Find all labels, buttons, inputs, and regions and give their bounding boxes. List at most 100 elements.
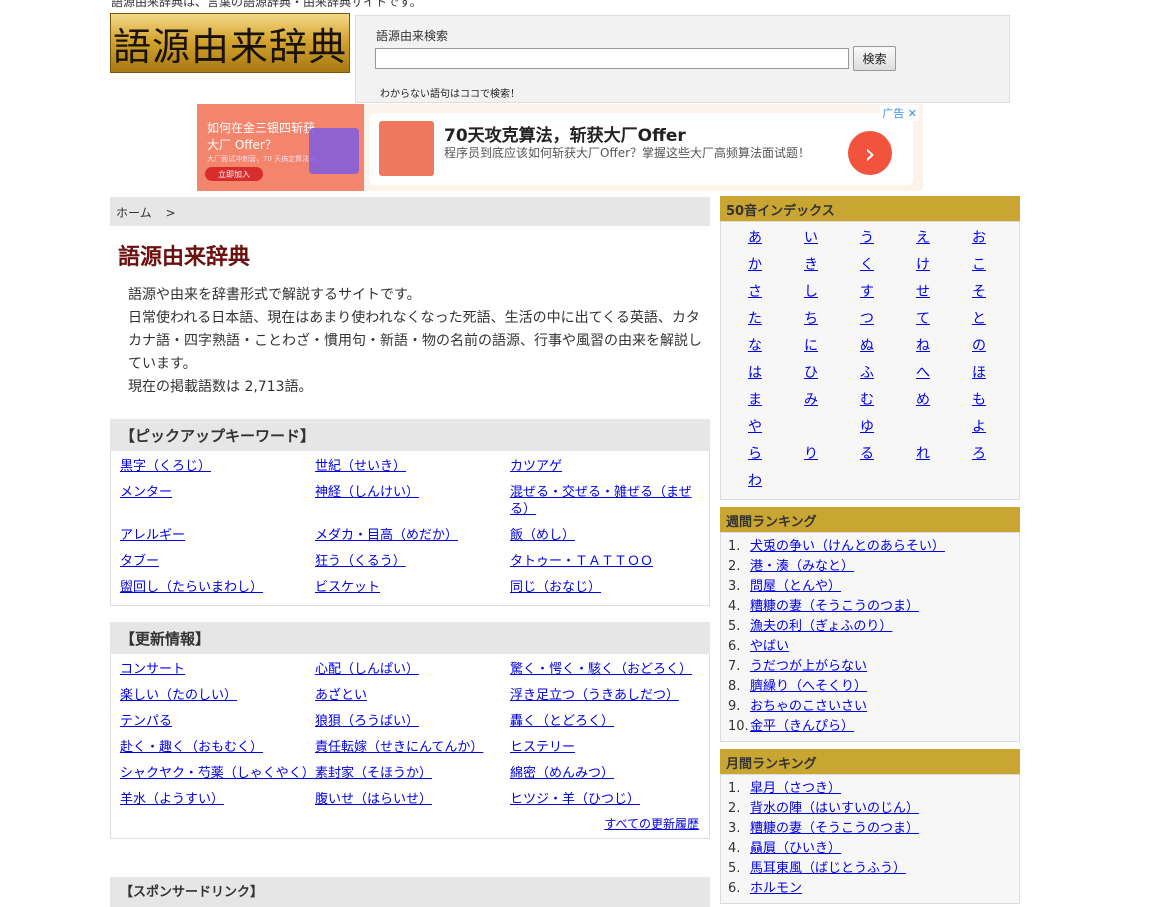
update-link[interactable]: 素封家（そほうか） — [315, 763, 510, 789]
update-link[interactable]: ヒステリー — [510, 737, 700, 763]
pickup-keyword-link[interactable]: タトゥー・ＴＡＴＴＯＯ — [510, 551, 700, 577]
kana-index-link[interactable]: ぬ — [860, 336, 916, 363]
kana-index-link[interactable]: あ — [748, 228, 804, 255]
ad-join-button[interactable]: 立即加入 — [205, 167, 263, 181]
kana-index-link[interactable]: ま — [748, 390, 804, 417]
ranking-link[interactable]: おちゃのこさいさい — [750, 699, 867, 714]
pickup-keyword-link[interactable]: 飯（めし） — [510, 525, 700, 551]
ranking-link[interactable]: 臍繰り（へそくり） — [750, 679, 867, 694]
pickup-keyword-link[interactable]: 盥回し（たらいまわし） — [120, 577, 315, 603]
kana-index-link[interactable]: と — [972, 309, 1028, 336]
kana-index-link[interactable]: や — [748, 417, 804, 444]
kana-index-link[interactable]: む — [860, 390, 916, 417]
update-link[interactable]: 責任転嫁（せきにんてんか） — [315, 737, 510, 763]
update-link[interactable]: 綿密（めんみつ） — [510, 763, 700, 789]
update-link[interactable]: 心配（しんぱい） — [315, 659, 510, 685]
update-link[interactable]: 轟く（とどろく） — [510, 711, 700, 737]
kana-index-link[interactable]: な — [748, 336, 804, 363]
pickup-keyword-link[interactable]: 混ぜる・交ぜる・雑ぜる（まぜる） — [510, 482, 700, 525]
update-link[interactable]: あざとい — [315, 685, 510, 711]
update-link[interactable]: コンサート — [120, 659, 315, 685]
kana-index-link[interactable]: ら — [748, 444, 804, 471]
kana-index-link[interactable]: こ — [972, 255, 1028, 282]
kana-index-link[interactable]: れ — [916, 444, 972, 471]
pickup-keyword-link[interactable]: メダカ・目高（めだか） — [315, 525, 510, 551]
update-link[interactable]: テンパる — [120, 711, 315, 737]
ad-card[interactable]: 70天攻克算法，斩获大厂Offer 程序员到底应该如何斩获大厂Offer？掌握这… — [369, 113, 913, 185]
chevron-right-icon[interactable]: › — [848, 131, 892, 175]
pickup-keyword-link[interactable]: 世紀（せいき） — [315, 456, 510, 482]
update-link[interactable]: シャクヤク・芍薬（しゃくやく） — [120, 763, 315, 789]
kana-index-link[interactable]: せ — [916, 282, 972, 309]
kana-index-link[interactable]: た — [748, 309, 804, 336]
pickup-keyword-link[interactable]: 神経（しんけい） — [315, 482, 510, 525]
kana-index-link[interactable]: け — [916, 255, 972, 282]
update-link[interactable]: 楽しい（たのしい） — [120, 685, 315, 711]
update-link[interactable]: 狼狽（ろうばい） — [315, 711, 510, 737]
update-link[interactable]: ヒツジ・羊（ひつじ） — [510, 789, 700, 815]
update-link[interactable]: 羊水（ようすい） — [120, 789, 315, 815]
kana-index-link[interactable]: み — [804, 390, 860, 417]
ranking-link[interactable]: 犬兎の争い（けんとのあらそい） — [750, 539, 945, 554]
kana-index-link[interactable]: そ — [972, 282, 1028, 309]
all-updates-link[interactable]: すべての更新履歴 — [120, 815, 701, 836]
kana-index-link[interactable]: ち — [804, 309, 860, 336]
kana-index-link[interactable]: は — [748, 363, 804, 390]
ad-title[interactable]: 70天攻克算法，斩获大厂Offer — [444, 121, 686, 146]
kana-index-link[interactable]: り — [804, 444, 860, 471]
ad-label[interactable]: 广告 ✕ — [880, 105, 919, 121]
pickup-keyword-link[interactable]: カツアゲ — [510, 456, 700, 482]
ranking-link[interactable]: 金平（きんぴら） — [750, 719, 854, 734]
search-input[interactable] — [375, 48, 849, 69]
kana-index-link[interactable]: わ — [748, 471, 804, 498]
ranking-link[interactable]: 問屋（とんや） — [750, 579, 841, 594]
update-link[interactable]: 腹いせ（はらいせ） — [315, 789, 510, 815]
ranking-link[interactable]: ホルモン — [750, 881, 802, 896]
ranking-link[interactable]: 背水の陣（はいすいのじん） — [750, 801, 919, 816]
kana-index-link[interactable]: か — [748, 255, 804, 282]
kana-index-link[interactable]: く — [860, 255, 916, 282]
ranking-link[interactable]: 贔屓（ひいき） — [750, 841, 841, 856]
pickup-keyword-link[interactable]: タブー — [120, 551, 315, 577]
ranking-link[interactable]: 港・湊（みなと） — [750, 559, 854, 574]
kana-index-link[interactable]: へ — [916, 363, 972, 390]
kana-index-link[interactable]: し — [804, 282, 860, 309]
ranking-link[interactable]: 馬耳東風（ばじとうふう） — [750, 861, 906, 876]
ranking-link[interactable]: 糟糠の妻（そうこうのつま） — [750, 821, 919, 836]
search-button[interactable]: 検索 — [853, 46, 896, 71]
kana-index-link[interactable]: に — [804, 336, 860, 363]
kana-index-link[interactable]: よ — [972, 417, 1028, 444]
kana-index-link[interactable]: ふ — [860, 363, 916, 390]
kana-index-link[interactable]: ゆ — [860, 417, 916, 444]
kana-index-link[interactable]: つ — [860, 309, 916, 336]
pickup-keyword-link[interactable]: 同じ（おなじ） — [510, 577, 700, 603]
update-link[interactable]: 浮き足立つ（うきあしだつ） — [510, 685, 700, 711]
ranking-link[interactable]: やばい — [750, 639, 789, 654]
kana-index-link[interactable]: る — [860, 444, 916, 471]
ranking-link[interactable]: うだつが上がらない — [750, 659, 867, 674]
kana-index-link[interactable]: う — [860, 228, 916, 255]
ranking-link[interactable]: 漁夫の利（ぎょふのり） — [750, 619, 892, 634]
pickup-keyword-link[interactable]: ビスケット — [315, 577, 510, 603]
kana-index-link[interactable]: ひ — [804, 363, 860, 390]
breadcrumb-home[interactable]: ホーム — [116, 206, 152, 220]
kana-index-link[interactable]: ほ — [972, 363, 1028, 390]
site-logo[interactable]: 語源由来辞典 — [110, 13, 350, 73]
pickup-keyword-link[interactable]: アレルギー — [120, 525, 315, 551]
pickup-keyword-link[interactable]: 黒字（くろじ） — [120, 456, 315, 482]
kana-index-link[interactable]: さ — [748, 282, 804, 309]
kana-index-link[interactable]: ね — [916, 336, 972, 363]
kana-index-link[interactable]: え — [916, 228, 972, 255]
ranking-link[interactable]: 糟糠の妻（そうこうのつま） — [750, 599, 919, 614]
kana-index-link[interactable]: ろ — [972, 444, 1028, 471]
pickup-keyword-link[interactable]: 狂う（くるう） — [315, 551, 510, 577]
ranking-link[interactable]: 皐月（さつき） — [750, 781, 841, 796]
kana-index-link[interactable]: の — [972, 336, 1028, 363]
update-link[interactable]: 赴く・趣く（おもむく） — [120, 737, 315, 763]
kana-index-link[interactable]: も — [972, 390, 1028, 417]
kana-index-link[interactable]: す — [860, 282, 916, 309]
kana-index-link[interactable]: き — [804, 255, 860, 282]
kana-index-link[interactable]: い — [804, 228, 860, 255]
pickup-keyword-link[interactable]: メンター — [120, 482, 315, 525]
kana-index-link[interactable]: め — [916, 390, 972, 417]
